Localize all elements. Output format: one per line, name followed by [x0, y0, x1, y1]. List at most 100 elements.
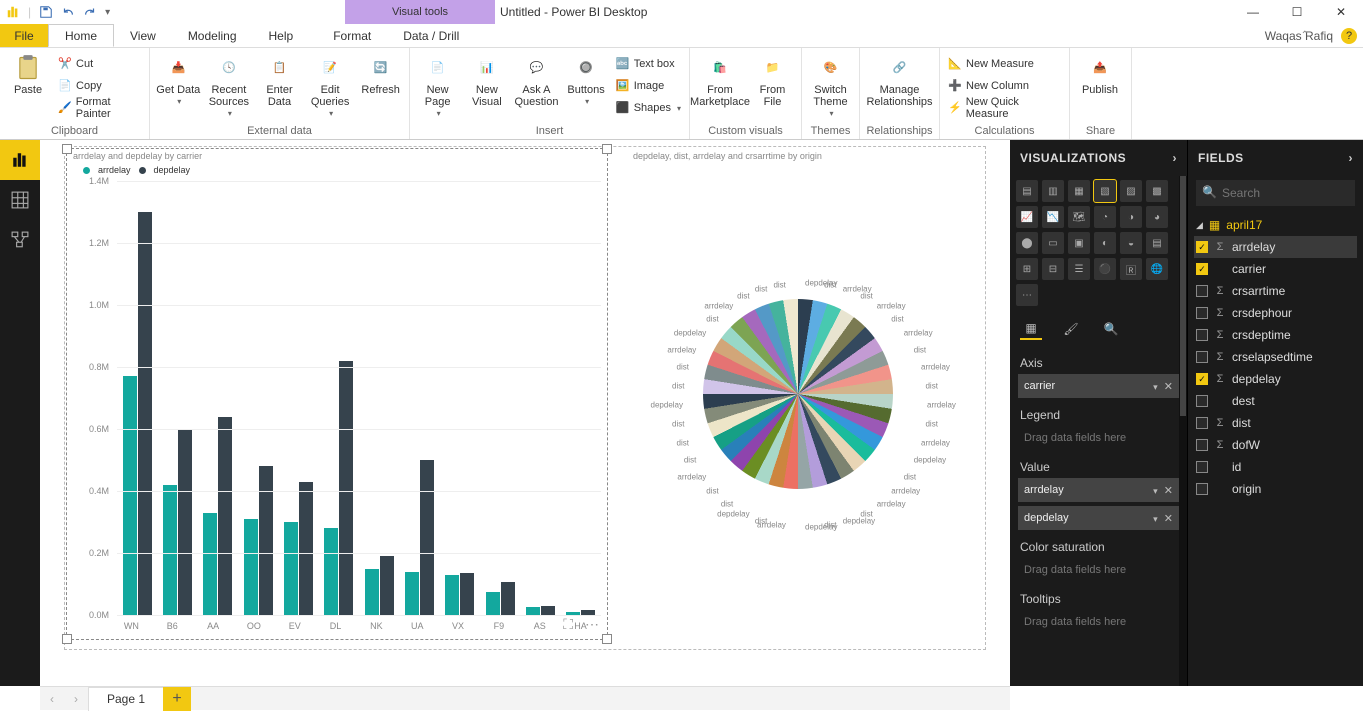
refresh-button[interactable]: 🔄Refresh [358, 54, 403, 96]
new-measure-button[interactable]: 📐New Measure [946, 54, 1063, 74]
bar-depdelay[interactable] [138, 212, 152, 615]
bar-arrdelay[interactable] [365, 569, 379, 616]
pie-chart-visual[interactable]: depdelay, dist, arrdelay and crsarrtime … [613, 149, 983, 639]
bar-depdelay[interactable] [259, 466, 273, 615]
remove-field-icon[interactable]: ✕ [1164, 381, 1173, 393]
model-view-button[interactable] [0, 220, 40, 260]
report-canvas[interactable]: arrdelay and depdelay by carrier arrdela… [40, 140, 1010, 686]
ask-question-button[interactable]: 💬Ask A Question [514, 54, 558, 108]
edit-queries-button[interactable]: 📝Edit Queries [308, 54, 353, 119]
field-checkbox[interactable] [1196, 483, 1208, 495]
get-data-button[interactable]: 📥Get Data [156, 54, 201, 107]
format-well-tab[interactable]: 🖌 [1060, 318, 1082, 340]
viz-type-icon[interactable]: ▨ [1120, 180, 1142, 202]
tab-home[interactable]: Home [48, 24, 114, 47]
bar-depdelay[interactable] [460, 573, 474, 615]
prev-page-button[interactable]: ‹ [40, 687, 64, 711]
field-crsdeptime[interactable]: Σcrsdeptime [1194, 324, 1357, 346]
resize-handle[interactable] [602, 144, 612, 154]
viz-type-icon[interactable]: 🗺 [1068, 206, 1090, 228]
more-options-icon[interactable]: ⋯ [585, 616, 599, 633]
format-painter-button[interactable]: 🖌️Format Painter [56, 98, 143, 118]
field-checkbox[interactable] [1196, 461, 1208, 473]
bar-depdelay[interactable] [420, 460, 434, 615]
from-file-button[interactable]: 📁From File [750, 54, 795, 108]
report-page[interactable]: arrdelay and depdelay by carrier arrdela… [64, 146, 986, 650]
undo-icon[interactable] [61, 5, 75, 19]
field-checkbox[interactable] [1196, 285, 1208, 297]
viz-type-icon[interactable]: ◐ [1094, 232, 1116, 254]
bar-depdelay[interactable] [178, 429, 192, 615]
table-april17[interactable]: ◢ ▦ april17 [1194, 214, 1357, 236]
tab-help[interactable]: Help [253, 24, 310, 47]
data-view-button[interactable] [0, 180, 40, 220]
close-button[interactable]: ✕ [1319, 0, 1363, 24]
legend-dropzone[interactable]: Drag data fields here [1018, 426, 1179, 450]
new-visual-button[interactable]: 📊New Visual [465, 54, 508, 108]
tooltips-dropzone[interactable]: Drag data fields here [1018, 610, 1179, 634]
field-crsarrtime[interactable]: Σcrsarrtime [1194, 280, 1357, 302]
bar-depdelay[interactable] [501, 582, 515, 615]
help-icon[interactable]: ? [1341, 28, 1357, 44]
bar-depdelay[interactable] [339, 361, 353, 615]
resize-handle[interactable] [62, 634, 72, 644]
viz-type-icon[interactable]: ▭ [1042, 232, 1064, 254]
field-checkbox[interactable] [1196, 417, 1208, 429]
field-checkbox[interactable] [1196, 351, 1208, 363]
viz-type-icon[interactable]: ☰ [1068, 258, 1090, 280]
viz-type-icon[interactable]: ▥ [1042, 180, 1064, 202]
viz-type-icon[interactable]: ◒ [1120, 232, 1142, 254]
paste-button[interactable]: Paste [6, 54, 50, 96]
viz-type-icon[interactable]: ◔ [1094, 206, 1116, 228]
viz-type-icon[interactable]: ▣ [1068, 232, 1090, 254]
field-dofW[interactable]: ΣdofW [1194, 434, 1357, 456]
bar-arrdelay[interactable] [284, 522, 298, 615]
bar-arrdelay[interactable] [405, 572, 419, 615]
viz-type-icon[interactable]: ⊞ [1016, 258, 1038, 280]
remove-field-icon[interactable]: ✕ [1164, 485, 1173, 497]
viz-type-icon[interactable]: 🅁 [1120, 258, 1142, 280]
bar-depdelay[interactable] [380, 556, 394, 615]
publish-button[interactable]: 📤Publish [1076, 54, 1124, 96]
resize-handle[interactable] [602, 634, 612, 644]
fields-search-input[interactable] [1196, 180, 1355, 206]
field-id[interactable]: id [1194, 456, 1357, 478]
tab-data-drill[interactable]: Data / Drill [387, 24, 475, 47]
field-dist[interactable]: Σdist [1194, 412, 1357, 434]
report-view-button[interactable] [0, 140, 40, 180]
redo-icon[interactable] [83, 5, 97, 19]
field-dest[interactable]: dest [1194, 390, 1357, 412]
field-checkbox[interactable]: ✓ [1196, 373, 1208, 385]
save-icon[interactable] [39, 5, 53, 19]
maximize-button[interactable]: ☐ [1275, 0, 1319, 24]
field-crselapsedtime[interactable]: Σcrselapsedtime [1194, 346, 1357, 368]
text-box-button[interactable]: 🔤Text box [614, 54, 683, 74]
field-checkbox[interactable] [1196, 307, 1208, 319]
add-page-button[interactable]: + [163, 687, 191, 711]
field-carrier[interactable]: ✓carrier [1194, 258, 1357, 280]
bar-depdelay[interactable] [299, 482, 313, 615]
focus-mode-icon[interactable]: ⛶ [563, 616, 573, 633]
viz-type-icon[interactable]: ⋯ [1016, 284, 1038, 306]
switch-theme-button[interactable]: 🎨Switch Theme [808, 54, 853, 119]
expand-icon[interactable]: ◢ [1196, 220, 1203, 231]
viz-type-icon[interactable]: ⬤ [1016, 232, 1038, 254]
field-depdelay[interactable]: ✓Σdepdelay [1194, 368, 1357, 390]
page-tab-1[interactable]: Page 1 [88, 687, 164, 711]
bar-arrdelay[interactable] [486, 592, 500, 615]
resize-handle[interactable] [62, 144, 72, 154]
copy-button[interactable]: 📄Copy [56, 76, 143, 96]
bar-chart-visual[interactable]: arrdelay and depdelay by carrier arrdela… [67, 149, 607, 639]
qa-customize-icon[interactable]: ▾ [105, 7, 110, 18]
viz-type-icon[interactable]: ⚫ [1094, 258, 1116, 280]
minimize-button[interactable]: ― [1231, 0, 1275, 24]
bar-depdelay[interactable] [218, 417, 232, 615]
viz-type-icon[interactable]: 📉 [1042, 206, 1064, 228]
cut-button[interactable]: ✂️Cut [56, 54, 143, 74]
field-checkbox[interactable] [1196, 439, 1208, 451]
bar-arrdelay[interactable] [123, 376, 137, 615]
collapse-ribbon-icon[interactable]: ⌃ [1301, 30, 1309, 41]
viz-type-icon[interactable]: ▩ [1146, 180, 1168, 202]
collapse-fields-pane-icon[interactable]: › [1349, 151, 1354, 165]
enter-data-button[interactable]: 📋Enter Data [257, 54, 302, 108]
